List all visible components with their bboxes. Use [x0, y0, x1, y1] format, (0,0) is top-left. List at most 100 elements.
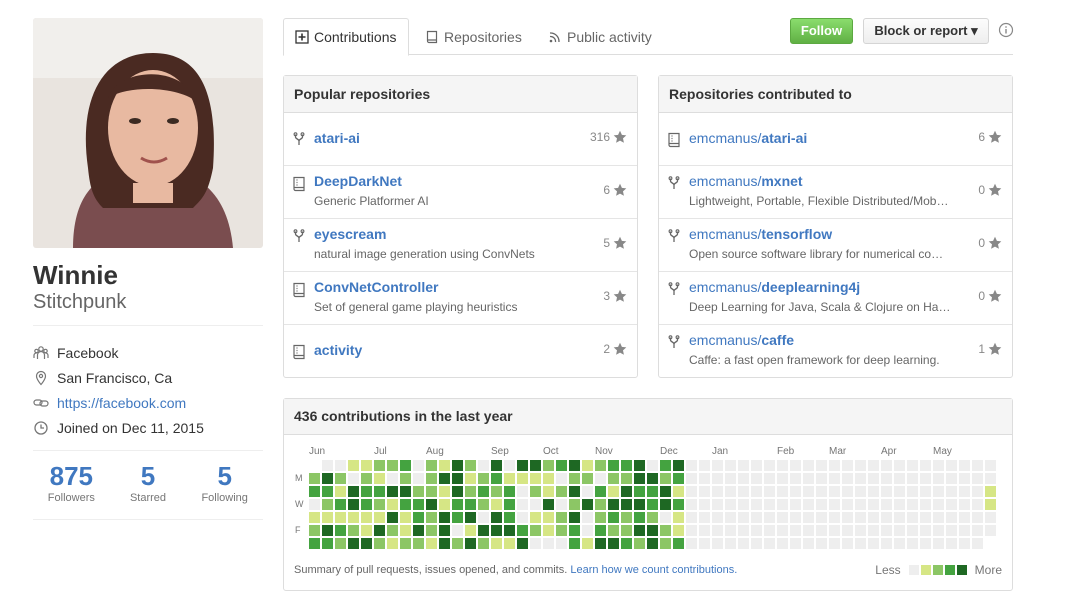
contribution-day[interactable] — [491, 538, 502, 549]
contribution-day[interactable] — [608, 538, 619, 549]
contribution-day[interactable] — [816, 525, 827, 536]
contribution-day[interactable] — [829, 460, 840, 471]
contribution-day[interactable] — [387, 525, 398, 536]
contribution-day[interactable] — [790, 525, 801, 536]
contribution-day[interactable] — [348, 525, 359, 536]
contribution-day[interactable] — [712, 512, 723, 523]
contribution-day[interactable] — [933, 486, 944, 497]
contribution-day[interactable] — [556, 499, 567, 510]
contribution-day[interactable] — [764, 525, 775, 536]
contribution-day[interactable] — [894, 525, 905, 536]
contribution-day[interactable] — [309, 473, 320, 484]
repo-stars[interactable]: 316 — [590, 130, 627, 144]
contribution-day[interactable] — [790, 460, 801, 471]
contribution-day[interactable] — [478, 460, 489, 471]
contribution-day[interactable] — [829, 473, 840, 484]
contribution-day[interactable] — [751, 538, 762, 549]
contribution-day[interactable] — [738, 486, 749, 497]
contribution-day[interactable] — [595, 473, 606, 484]
contribution-day[interactable] — [660, 460, 671, 471]
contribution-day[interactable] — [634, 460, 645, 471]
contribution-day[interactable] — [959, 486, 970, 497]
contribution-day[interactable] — [517, 525, 528, 536]
contribution-day[interactable] — [790, 512, 801, 523]
contribution-day[interactable] — [907, 512, 918, 523]
contribution-day[interactable] — [647, 538, 658, 549]
contribution-day[interactable] — [400, 538, 411, 549]
contribution-day[interactable] — [868, 525, 879, 536]
contribution-day[interactable] — [894, 512, 905, 523]
contribution-day[interactable] — [400, 525, 411, 536]
contribution-day[interactable] — [322, 512, 333, 523]
contribution-day[interactable] — [712, 525, 723, 536]
contribution-day[interactable] — [439, 473, 450, 484]
contribution-day[interactable] — [491, 525, 502, 536]
contribution-day[interactable] — [894, 460, 905, 471]
contribution-day[interactable] — [816, 486, 827, 497]
contribution-day[interactable] — [907, 525, 918, 536]
contribution-day[interactable] — [452, 460, 463, 471]
avatar[interactable] — [33, 18, 263, 248]
contribution-day[interactable] — [777, 512, 788, 523]
contribution-day[interactable] — [348, 512, 359, 523]
contribution-day[interactable] — [881, 486, 892, 497]
contribution-day[interactable] — [933, 460, 944, 471]
contribution-day[interactable] — [738, 499, 749, 510]
repo-link[interactable]: emcmanus/deeplearning4j — [689, 279, 860, 295]
contribution-day[interactable] — [491, 486, 502, 497]
repo-link[interactable]: emcmanus/caffe — [689, 332, 794, 348]
contribution-day[interactable] — [543, 512, 554, 523]
contribution-day[interactable] — [985, 473, 996, 484]
contribution-day[interactable] — [556, 473, 567, 484]
contribution-day[interactable] — [686, 499, 697, 510]
repo-stars[interactable]: 3 — [603, 289, 627, 303]
contribution-day[interactable] — [374, 538, 385, 549]
contribution-day[interactable] — [309, 525, 320, 536]
contribution-day[interactable] — [634, 525, 645, 536]
contribution-day[interactable] — [816, 512, 827, 523]
contribution-day[interactable] — [673, 486, 684, 497]
contribution-day[interactable] — [985, 499, 996, 510]
contribution-day[interactable] — [660, 525, 671, 536]
contribution-day[interactable] — [543, 460, 554, 471]
contribution-day[interactable] — [621, 460, 632, 471]
contribution-day[interactable] — [400, 499, 411, 510]
contribution-day[interactable] — [855, 486, 866, 497]
contribution-day[interactable] — [946, 473, 957, 484]
contribution-day[interactable] — [972, 512, 983, 523]
contribution-day[interactable] — [764, 538, 775, 549]
contribution-day[interactable] — [855, 538, 866, 549]
contribution-day[interactable] — [569, 473, 580, 484]
contribution-day[interactable] — [348, 486, 359, 497]
contribution-day[interactable] — [309, 486, 320, 497]
contribution-day[interactable] — [569, 512, 580, 523]
contribution-day[interactable] — [426, 473, 437, 484]
contribution-day[interactable] — [634, 473, 645, 484]
repo-stars[interactable]: 0 — [978, 183, 1002, 197]
contribution-day[interactable] — [712, 460, 723, 471]
contribution-day[interactable] — [400, 512, 411, 523]
contribution-day[interactable] — [803, 499, 814, 510]
contribution-day[interactable] — [972, 473, 983, 484]
contribution-day[interactable] — [777, 538, 788, 549]
contribution-day[interactable] — [504, 486, 515, 497]
contribution-day[interactable] — [764, 499, 775, 510]
contribution-day[interactable] — [829, 525, 840, 536]
contribution-day[interactable] — [374, 486, 385, 497]
contribution-day[interactable] — [946, 512, 957, 523]
contribution-day[interactable] — [868, 538, 879, 549]
repo-link[interactable]: atari-ai — [314, 130, 360, 146]
profile-url-link[interactable]: https://facebook.com — [57, 395, 186, 411]
contribution-day[interactable] — [946, 486, 957, 497]
contribution-day[interactable] — [699, 538, 710, 549]
repo-stars[interactable]: 1 — [978, 342, 1002, 356]
learn-how-link[interactable]: Learn how we count contributions. — [570, 564, 737, 576]
contribution-day[interactable] — [569, 525, 580, 536]
contribution-day[interactable] — [803, 525, 814, 536]
contribution-day[interactable] — [686, 525, 697, 536]
contribution-day[interactable] — [504, 512, 515, 523]
contribution-day[interactable] — [309, 538, 320, 549]
contribution-day[interactable] — [790, 499, 801, 510]
repo-link[interactable]: emcmanus/atari-ai — [689, 130, 807, 146]
repo-link[interactable]: activity — [314, 342, 362, 358]
